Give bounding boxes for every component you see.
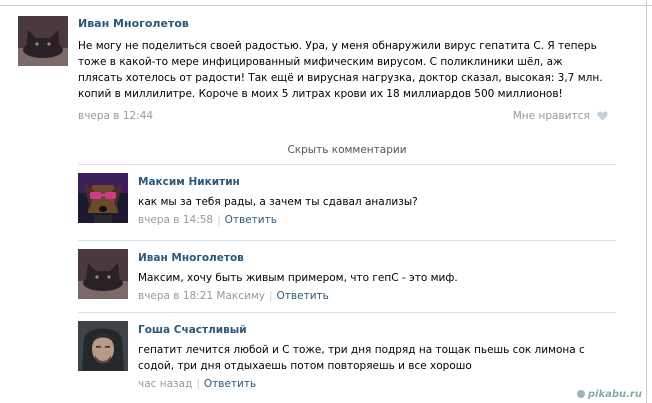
comment-author-name[interactable]: Иван Многолетов	[138, 251, 614, 266]
comment-text: как мы за тебя рады, а зачем ты сдавал а…	[138, 196, 418, 208]
comment-body: Максим Никитин как мы за тебя рады, а за…	[138, 175, 614, 228]
comment-body: Гоша Счастливый гепатит лечится любой и …	[138, 323, 614, 392]
comment-timestamp[interactable]: вчера в 18:21	[138, 290, 213, 302]
comment-body: Иван Многолетов Максим, хочу быть живым …	[138, 251, 614, 304]
watermark: pikabu.ru	[576, 389, 642, 400]
meta-separator: |	[196, 378, 200, 390]
post-body: Иван Многолетов Не могу не поделиться св…	[78, 16, 608, 122]
comment-avatar-dog[interactable]	[78, 173, 128, 223]
comment-timestamp[interactable]: час назад	[138, 378, 192, 390]
like-label: Мне нравится	[512, 110, 590, 122]
comment-text: гепатит лечится любой и С тоже, три дня …	[138, 344, 585, 372]
pikabu-logo-icon	[576, 390, 585, 398]
comment-avatar-hooded-man[interactable]	[78, 321, 128, 371]
heart-icon	[597, 110, 608, 126]
post-text: Не могу не поделиться своей радостью. Ур…	[78, 40, 603, 100]
reply-button[interactable]: Ответить	[277, 290, 329, 302]
post-meta: вчера в 12:44 Мне нравится	[78, 108, 608, 124]
reply-button[interactable]: Ответить	[204, 378, 256, 390]
comment-meta: вчера в 18:21 Максиму | Ответить	[138, 289, 614, 304]
like-button[interactable]: Мне нравится	[513, 108, 608, 126]
reply-to-name[interactable]: Максиму	[216, 290, 265, 302]
reply-button[interactable]: Ответить	[225, 214, 277, 226]
comment-text: Максим, хочу быть живым примером, что ге…	[138, 272, 458, 284]
comment-timestamp[interactable]: вчера в 14:58	[138, 214, 213, 226]
comment-item: Гоша Счастливый гепатит лечится любой и …	[78, 312, 616, 402]
comment-avatar-cat[interactable]	[78, 249, 128, 299]
watermark-text: pikabu.ru	[587, 389, 642, 400]
comment-item: Максим Никитин как мы за тебя рады, а за…	[78, 164, 616, 240]
comment-meta: вчера в 14:58 | Ответить	[138, 213, 614, 228]
top-frame-border	[0, 0, 652, 6]
meta-separator: |	[269, 290, 273, 302]
comment-item: Иван Многолетов Максим, хочу быть живым …	[78, 240, 616, 312]
post-author-avatar[interactable]	[18, 16, 68, 66]
meta-separator: |	[217, 214, 221, 226]
post-author-name[interactable]: Иван Многолетов	[78, 16, 608, 32]
post-timestamp[interactable]: вчера в 12:44	[78, 110, 153, 122]
comment-author-name[interactable]: Максим Никитин	[138, 175, 614, 190]
hide-comments-link[interactable]: Скрыть комментарии	[78, 136, 616, 164]
comment-meta: час назад | Ответить	[138, 377, 614, 392]
right-frame-border	[646, 0, 652, 403]
comment-author-name[interactable]: Гоша Счастливый	[138, 323, 614, 338]
